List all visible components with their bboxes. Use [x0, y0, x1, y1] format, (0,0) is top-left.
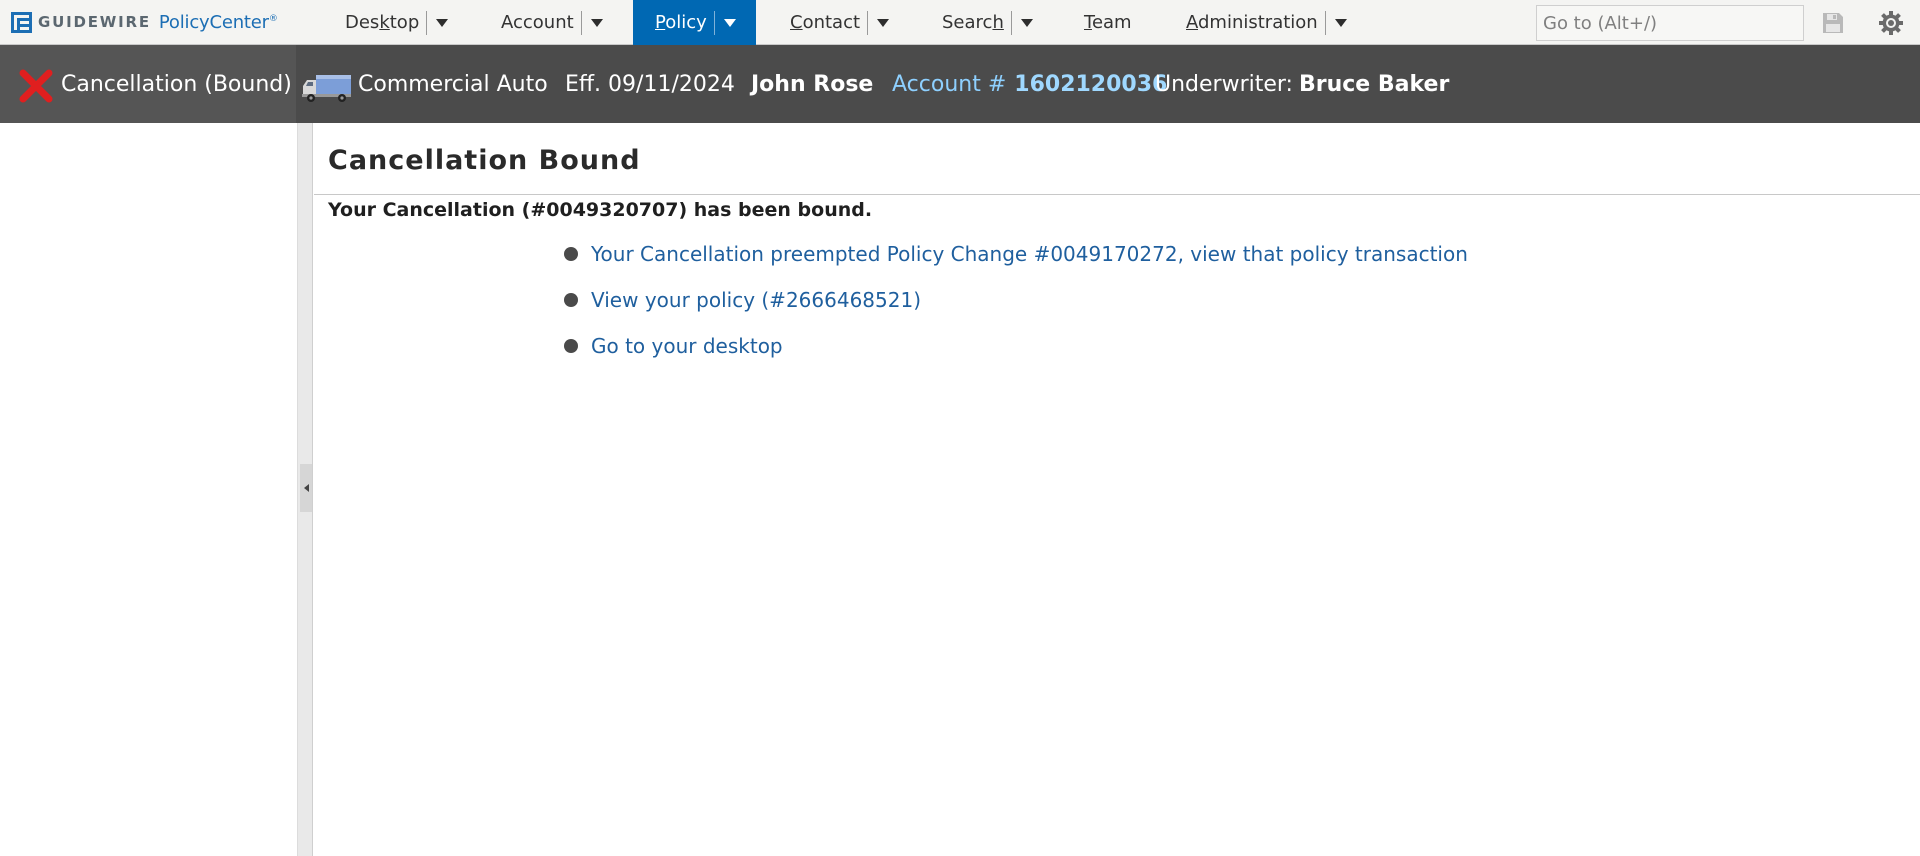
save-icon — [1823, 13, 1843, 33]
nav-administration-label: Administration — [1186, 12, 1318, 33]
nav-policy-label: Policy — [655, 12, 707, 33]
nav-desktop-tab[interactable]: Desktop — [331, 0, 458, 45]
nav-search-tab[interactable]: Search — [928, 0, 1043, 45]
product-name: Commercial Auto — [358, 71, 548, 97]
nav-account-tab[interactable]: Account — [487, 0, 613, 45]
nav-administration-menu-icon[interactable] — [1334, 18, 1347, 27]
main-content: Cancellation Bound Your Cancellation (#0… — [314, 123, 1920, 856]
go-to-desktop-link[interactable]: Go to your desktop — [591, 334, 783, 358]
view-preempted-transaction-link[interactable]: Your Cancellation preempted Policy Chang… — [591, 242, 1468, 266]
account-number: 1602120036 — [1014, 71, 1168, 97]
bound-message: Your Cancellation (#0049320707) has been… — [328, 199, 873, 221]
nav-account-label: Account — [501, 12, 574, 33]
goto-input[interactable] — [1536, 5, 1804, 41]
nav-contact-tab[interactable]: Contact — [776, 0, 899, 45]
policy-info-bar: Cancellation (Bound) Commercial Auto Eff… — [0, 45, 1920, 126]
bullet-icon — [564, 339, 578, 353]
account-link[interactable]: Account # 1602120036 — [892, 45, 1167, 123]
list-item: Your Cancellation preempted Policy Chang… — [564, 231, 1468, 277]
left-sidebar — [0, 123, 298, 856]
logo-product-text: PolicyCenter® — [158, 11, 278, 33]
truck-icon — [302, 75, 351, 102]
page-title: Cancellation Bound — [328, 145, 641, 176]
nav-account-menu-icon[interactable] — [590, 18, 603, 27]
list-item: View your policy (#2666468521) — [564, 277, 1468, 323]
top-nav-bar: GUIDEWIRE PolicyCenter® Desktop Account … — [0, 0, 1920, 45]
save-button[interactable] — [1819, 9, 1847, 37]
logo-brand-text: GUIDEWIRE — [38, 13, 151, 31]
underwriter-name: Bruce Baker — [1298, 71, 1450, 97]
bullet-icon — [564, 247, 578, 261]
nav-search-label: Search — [942, 12, 1004, 33]
underwriter: Underwriter: Bruce Baker — [1155, 45, 1449, 123]
nav-policy-menu-icon[interactable] — [723, 18, 736, 27]
title-divider — [314, 194, 1920, 195]
transaction-status: Cancellation (Bound) — [61, 71, 292, 97]
view-policy-link[interactable]: View your policy (#2666468521) — [591, 288, 921, 312]
guidewire-logo-icon — [11, 11, 32, 33]
nav-search-menu-icon[interactable] — [1020, 18, 1033, 27]
nav-desktop-menu-icon[interactable] — [436, 18, 449, 27]
next-steps-list: Your Cancellation preempted Policy Chang… — [564, 231, 1468, 369]
underwriter-label: Underwriter: — [1155, 71, 1293, 97]
nav-policy-tab[interactable]: Policy — [633, 0, 756, 45]
nav-contact-label: Contact — [790, 12, 861, 33]
nav-desktop-label: Desktop — [345, 12, 420, 33]
nav-contact-menu-icon[interactable] — [877, 18, 890, 27]
account-label: Account # — [892, 71, 1007, 97]
nav-team-tab[interactable]: Team — [1070, 0, 1142, 45]
cancel-x-icon — [19, 69, 53, 103]
guidewire-logo[interactable]: GUIDEWIRE PolicyCenter® — [11, 10, 278, 34]
insured-name: John Rose — [751, 71, 874, 97]
nav-team-label: Team — [1084, 12, 1132, 33]
settings-button[interactable] — [1877, 9, 1905, 37]
gear-icon — [1879, 11, 1903, 35]
effective-date: Eff. 09/11/2024 — [565, 71, 735, 97]
nav-administration-tab[interactable]: Administration — [1172, 0, 1357, 45]
bullet-icon — [564, 293, 578, 307]
collapse-sidebar-button[interactable] — [300, 464, 312, 512]
list-item: Go to your desktop — [564, 323, 1468, 369]
collapse-arrow-icon — [303, 484, 309, 492]
